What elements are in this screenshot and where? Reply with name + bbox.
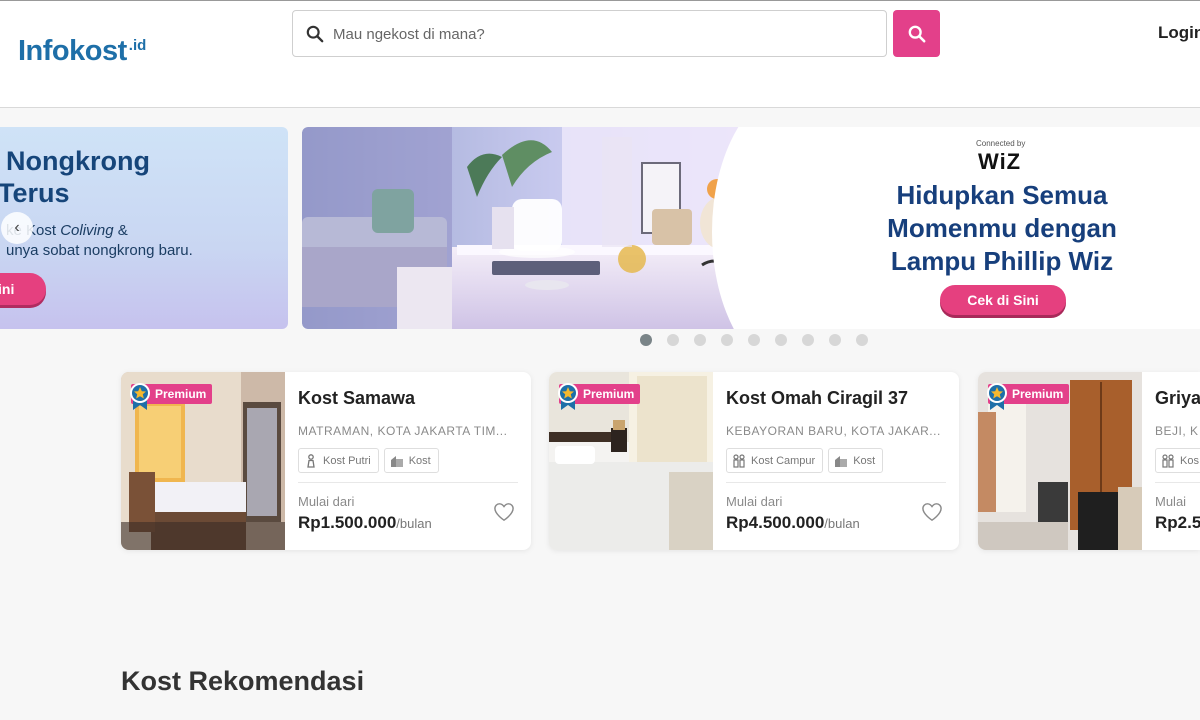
listing-tags: Kost Campur Kost (726, 448, 884, 473)
tag-label: Kos (1180, 454, 1199, 467)
carousel-dot[interactable] (667, 334, 679, 346)
banner-cta-button[interactable]: Cek di Sini (940, 285, 1066, 315)
heart-icon[interactable] (493, 502, 515, 522)
logo-suffix: .id (128, 37, 147, 54)
female-icon (307, 453, 315, 468)
listing-tags: Kos (1155, 448, 1200, 473)
price-from-label: Mulai dari (298, 494, 355, 509)
search-icon (908, 25, 925, 42)
tag-label: Kost (853, 454, 876, 467)
header: Infokost .id Login (0, 0, 1200, 108)
wiz-logo: WiZ (978, 149, 1022, 174)
listing-location: MATRAMAN, KOTA JAKARTA TIM... (298, 424, 508, 438)
listing-name: Kost Omah Ciragil 37 (726, 388, 909, 408)
banner-title: Hidupkan Semua Momenmu dengan Lampu Phil… (887, 180, 1117, 276)
card-divider (726, 482, 946, 483)
logo-wordmark: Infokost (18, 35, 127, 67)
section-title-recommendations: Kost Rekomendasi (121, 666, 365, 696)
search-icon (306, 25, 324, 43)
banner-room-photo (302, 127, 802, 329)
listing-tags: Kost Putri Kost (298, 448, 439, 473)
carousel-dot[interactable] (640, 334, 652, 346)
search-box (292, 10, 887, 57)
listing-location: BEJI, K (1155, 424, 1199, 438)
tag-type: Kost (383, 448, 439, 473)
promo-banner-coliving[interactable]: Nongkrong Terus ke Kost Coliving & unya … (0, 127, 288, 329)
people-icon (1162, 453, 1174, 468)
price-from-label: Mulai dari (726, 494, 783, 509)
carousel-dot[interactable] (829, 334, 841, 346)
banner-title-line2: Terus (0, 178, 70, 208)
price-value: Rp1.500.000 (298, 513, 397, 532)
carousel-dot[interactable] (775, 334, 787, 346)
listing-price: Rp1.500.000/bulan (298, 513, 432, 533)
premium-badge: Premium (987, 383, 1070, 410)
star-badge-icon (558, 383, 578, 410)
listing-name: Kost Samawa (298, 388, 416, 408)
listing-location: KEBAYORAN BARU, KOTA JAKAR... (726, 424, 941, 438)
carousel-dot[interactable] (748, 334, 760, 346)
price-value: Rp2.5 (1155, 513, 1200, 532)
price-unit: /bulan (396, 516, 432, 531)
tag-gender: Kost Putri (298, 448, 379, 473)
carousel-prev-button[interactable]: ‹ (1, 212, 33, 244)
listing-card[interactable]: Premium Kost Omah Ciragil 37 KEBAYORAN B… (549, 372, 959, 550)
carousel-dot[interactable] (721, 334, 733, 346)
premium-badge: Premium (130, 383, 213, 410)
price-from-label: Mulai (1155, 494, 1187, 509)
carousel-dot[interactable] (802, 334, 814, 346)
banner-subtitle-part: & (113, 222, 128, 239)
carousel-dot[interactable] (694, 334, 706, 346)
banner-subtitle: ke Kost Coliving & unya sobat nongkrong … (6, 221, 286, 261)
tag-label: Kost Putri (323, 454, 371, 467)
premium-badge: Premium (558, 383, 641, 410)
premium-label: Premium (1012, 387, 1064, 401)
search-input[interactable] (333, 19, 873, 49)
heart-icon[interactable] (921, 502, 943, 522)
price-value: Rp4.500.000 (726, 513, 825, 532)
tag-type: Kost (828, 448, 884, 473)
tag-gender: Kost Campur (726, 448, 824, 473)
carousel-dots (640, 334, 868, 346)
promo-banner-wiz[interactable]: Connected by WiZ Hidupkan Semua Momenmu … (302, 127, 1200, 329)
banner-subtitle-line2: unya sobat nongkrong baru. (6, 242, 193, 259)
tag-gender: Kos (1155, 448, 1200, 473)
search-button[interactable] (893, 10, 940, 57)
listing-card[interactable]: Premium Kost Samawa MATRAMAN, KOTA JAKAR… (121, 372, 531, 550)
tag-label: Kost (408, 454, 431, 467)
login-link[interactable]: Login (1158, 23, 1200, 43)
banner-cta-button[interactable]: ini (0, 273, 46, 305)
price-unit: /bulan (824, 516, 860, 531)
connected-by-label: Connected by (976, 139, 1026, 148)
card-divider (1155, 482, 1200, 483)
listing-name: Griya (1155, 388, 1200, 408)
carousel-dot[interactable] (856, 334, 868, 346)
listing-card[interactable]: Premium Griya BEJI, K Kos Mulai Rp2.5 (978, 372, 1200, 550)
banner-title-line1: Nongkrong (6, 146, 150, 176)
listing-price: Rp2.5 (1155, 513, 1200, 533)
listing-price: Rp4.500.000/bulan (726, 513, 860, 533)
card-divider (298, 482, 518, 483)
premium-label: Premium (155, 387, 207, 401)
tag-label: Kost Campur (751, 454, 816, 467)
people-icon (733, 453, 745, 468)
infokost-logo[interactable]: Infokost .id (18, 35, 146, 68)
building-icon (390, 455, 403, 467)
building-icon (835, 455, 848, 467)
star-badge-icon (987, 383, 1007, 410)
star-badge-icon (130, 383, 150, 410)
room-illustration (302, 127, 802, 329)
premium-label: Premium (583, 387, 635, 401)
banner-subtitle-em: Coliving (60, 222, 114, 239)
chevron-left-icon: ‹ (14, 219, 20, 236)
